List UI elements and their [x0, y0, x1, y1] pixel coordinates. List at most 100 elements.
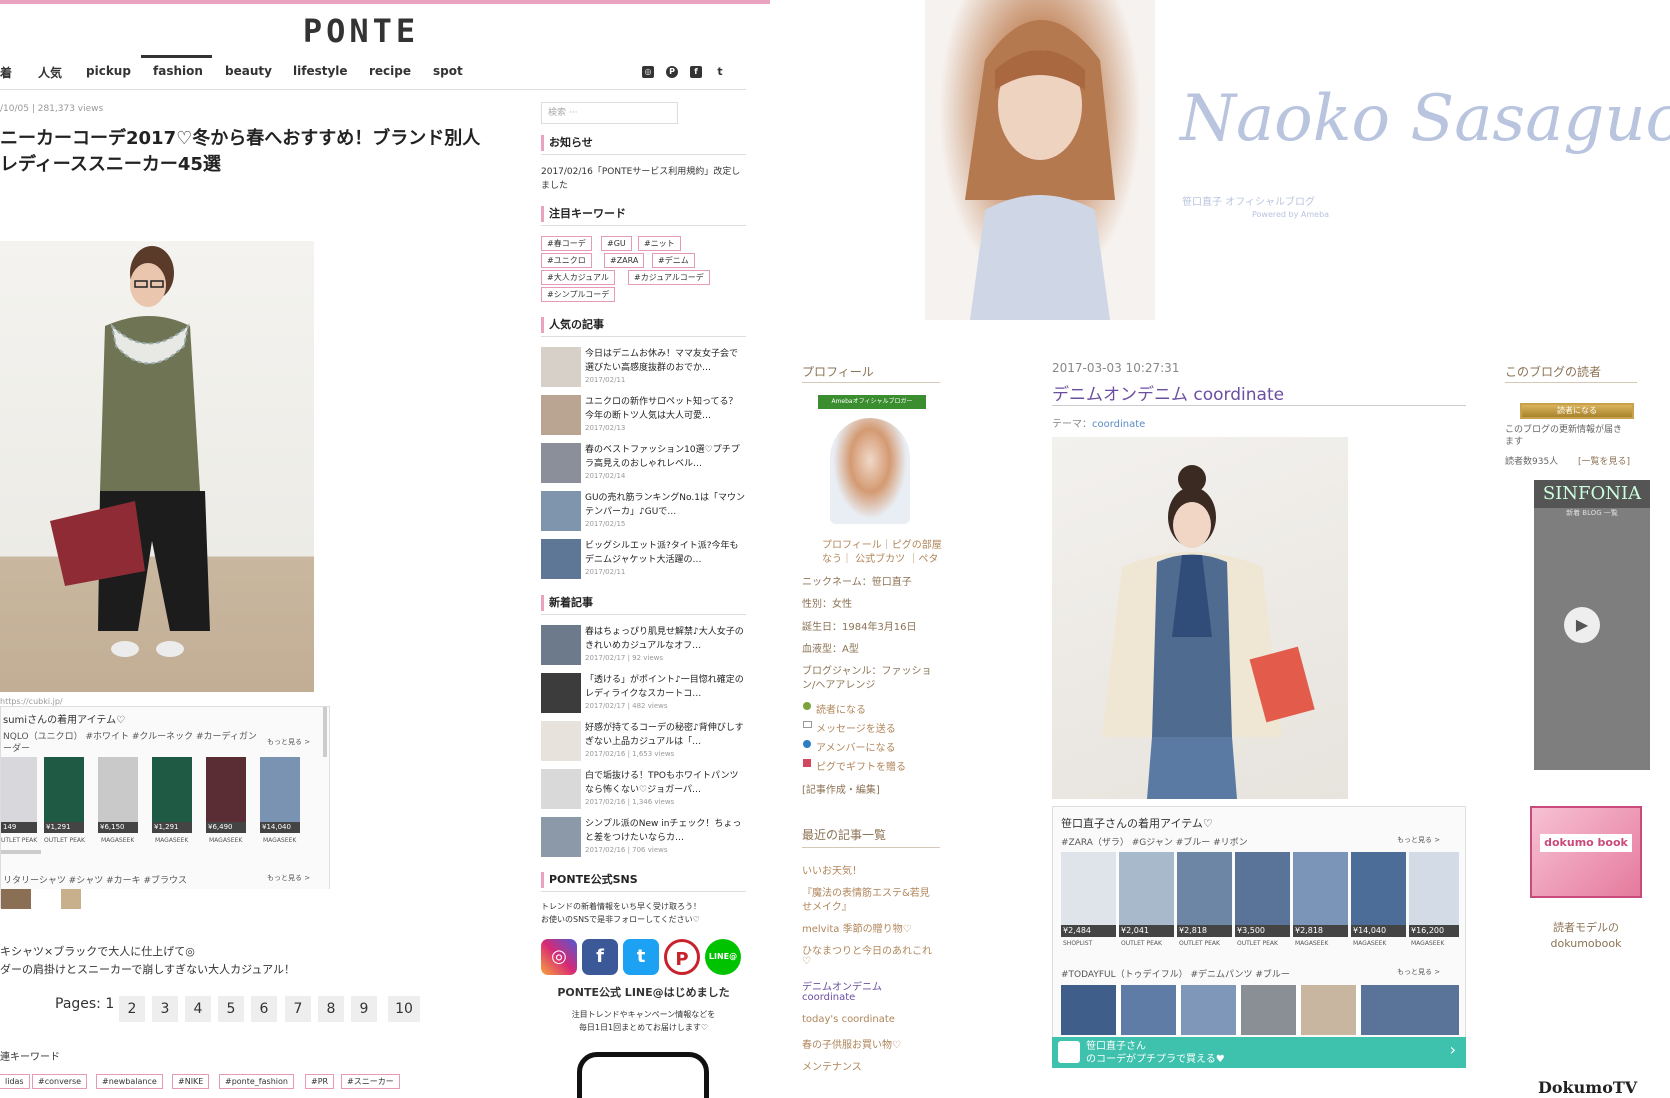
- items-tags[interactable]: #ZARA（ザラ） #Gジャン #ブルー #リボン: [1061, 835, 1248, 848]
- nav-item-beauty[interactable]: beauty: [225, 64, 272, 78]
- keyword-tag[interactable]: #newbalance: [96, 1074, 163, 1089]
- more-link[interactable]: もっと見る >: [267, 737, 310, 747]
- recent-post-link[interactable]: melvita 季節の贈り物♡: [802, 920, 912, 935]
- items-tags[interactable]: #TODAYFUL（トゥデイフル） #デニムパンツ #ブルー: [1061, 967, 1290, 980]
- item-thumbnail[interactable]: ¥1,291: [44, 757, 84, 833]
- keyword-tag[interactable]: #NIKE: [172, 1074, 210, 1089]
- item-thumbnail[interactable]: ¥1,291: [152, 757, 192, 833]
- instagram-icon[interactable]: ◎: [642, 66, 654, 78]
- amember-link[interactable]: アメンバーになる: [816, 739, 896, 754]
- more-link[interactable]: もっと見る >: [267, 873, 310, 883]
- keyword-tag[interactable]: #スニーカー: [341, 1074, 400, 1089]
- keyword-tag[interactable]: lidas: [0, 1074, 30, 1089]
- blog-signature-logo[interactable]: Naoko Sasaguchi: [1180, 82, 1670, 156]
- new-article[interactable]: 「透ける」がポイント♪一目惚れ確定のレディライクなスカートコ… 2017/02/1…: [541, 673, 746, 717]
- facebook-icon[interactable]: f: [582, 939, 618, 975]
- photo-credit[interactable]: https://cubki.jp/: [0, 697, 63, 706]
- items-tags[interactable]: リタリーシャツ #シャツ #カーキ #ブラウス: [3, 873, 187, 886]
- pinterest-icon[interactable]: P: [666, 66, 678, 78]
- recent-post-link[interactable]: ひなまつりと今日のあれこれ: [802, 942, 932, 957]
- new-article[interactable]: シンプル派のNew inチェック！ちょっと差をつけたいならカ… 2017/02/1…: [541, 817, 746, 861]
- page-link[interactable]: 4: [185, 996, 211, 1022]
- recent-post-link[interactable]: 春の子供服お買い物♡: [802, 1036, 901, 1051]
- profile-avatar[interactable]: [830, 418, 910, 524]
- keyword-tag[interactable]: #ponte_fashion: [219, 1074, 294, 1089]
- item-thumbnail[interactable]: ¥14,040: [1351, 852, 1406, 937]
- nav-item-pickup[interactable]: pickup: [86, 64, 131, 78]
- new-article[interactable]: 白で垢抜ける！TPOもホワイトパンツなら怖くない♡ジョガーパ… 2017/02/1…: [541, 769, 746, 813]
- recent-post-link-current[interactable]: coordinate: [802, 992, 855, 1003]
- play-icon[interactable]: ▶: [1564, 607, 1600, 643]
- more-link[interactable]: もっと見る >: [1397, 835, 1440, 845]
- vertical-scrollbar[interactable]: [323, 707, 327, 757]
- item-thumbnail[interactable]: ¥6,150: [98, 757, 138, 833]
- page-link[interactable]: 2: [119, 996, 145, 1022]
- recent-post-link-current[interactable]: デニムオンデニム: [802, 978, 882, 993]
- post-title[interactable]: デニムオンデニム coordinate: [1052, 380, 1284, 405]
- theme-link[interactable]: coordinate: [1092, 419, 1145, 430]
- page-link[interactable]: 8: [318, 996, 344, 1022]
- item-thumbnail[interactable]: ¥3,500: [1235, 852, 1290, 937]
- new-article[interactable]: 春はちょっぴり肌見せ解禁♪大人女子のきれいめカジュアルなオフ… 2017/02/1…: [541, 625, 746, 669]
- ponte-logo[interactable]: PONTE: [0, 12, 722, 50]
- page-link[interactable]: 6: [251, 996, 277, 1022]
- twitter-icon[interactable]: t: [623, 939, 659, 975]
- petit-pla-banner[interactable]: 笹口直子さん のコーデがプチプラで買える♥ ›: [1052, 1037, 1466, 1068]
- keyword-tag[interactable]: #ニット: [638, 236, 681, 251]
- twitter-icon[interactable]: t: [714, 66, 726, 78]
- nav-item-lifestyle[interactable]: lifestyle: [293, 64, 348, 78]
- keyword-tag[interactable]: #ZARA: [604, 253, 645, 268]
- recent-post-link[interactable]: せメイク』: [802, 898, 852, 913]
- keyword-tag[interactable]: #ユニクロ: [541, 253, 592, 268]
- item-thumbnail[interactable]: ¥2,041: [1119, 852, 1174, 937]
- profile-links[interactable]: なう｜ 公式ブカツ ｜ペタ: [822, 550, 938, 565]
- item-thumbnail[interactable]: ¥14,040: [260, 757, 300, 833]
- reader-list-link[interactable]: [一覧を見る]: [1578, 454, 1630, 467]
- popular-article[interactable]: ユニクロの新作サロペット知ってる？今年の断トツ人気は大人可愛… 2017/02/1…: [541, 395, 746, 439]
- pigg-gift-link[interactable]: ピグでギフトを贈る: [816, 758, 906, 773]
- recent-post-link[interactable]: ♡: [802, 956, 811, 967]
- item-thumbnail[interactable]: ¥2,484: [1061, 852, 1116, 937]
- popular-article[interactable]: GUの売れ筋ランキングNo.1は「マウンテンパーカ」♪GUで… 2017/02/1…: [541, 491, 746, 535]
- follow-link[interactable]: 読者になる: [816, 701, 866, 716]
- popular-article[interactable]: 春のベストファッション10選♡プチプラ高見えのおしゃれレベル… 2017/02/1…: [541, 443, 746, 487]
- keyword-tag[interactable]: #PR: [305, 1074, 335, 1089]
- nav-item-new[interactable]: 着: [0, 64, 12, 81]
- new-article[interactable]: 好感が持てるコーデの秘密♪背伸びしすぎない上品カジュアルは「… 2017/02/1…: [541, 721, 746, 765]
- recent-post-link[interactable]: いいお天気！: [802, 862, 862, 877]
- nav-item-recipe[interactable]: recipe: [369, 64, 411, 78]
- news-text[interactable]: 2017/02/16「PONTEサービス利用規約」改定しました: [541, 165, 746, 193]
- page-link[interactable]: 3: [152, 996, 178, 1022]
- line-icon[interactable]: LINE@: [705, 939, 741, 975]
- recent-post-link[interactable]: メンテナンス: [802, 1058, 862, 1073]
- message-link[interactable]: メッセージを送る: [816, 720, 896, 735]
- recent-post-link[interactable]: 『魔法の表情筋エステ&若見: [802, 884, 930, 899]
- search-input[interactable]: 検索 ···: [541, 102, 678, 124]
- pinterest-icon[interactable]: P: [664, 939, 700, 975]
- dokumo-book-banner[interactable]: dokumo book: [1530, 806, 1642, 898]
- page-link[interactable]: 9: [351, 996, 377, 1022]
- follow-blog-button[interactable]: 読者になる: [1520, 403, 1634, 419]
- keyword-tag[interactable]: #大人カジュアル: [541, 270, 615, 285]
- item-thumbnail[interactable]: ¥2,818: [1177, 852, 1232, 937]
- popular-article[interactable]: 今日はデニムお休み！ママ友女子会で選びたい高感度抜群のおでか… 2017/02/1…: [541, 347, 746, 391]
- page-link[interactable]: 10: [388, 996, 420, 1022]
- edit-post-link[interactable]: [記事作成・編集]: [802, 781, 880, 796]
- item-thumbnail[interactable]: ¥16,200: [1409, 852, 1459, 937]
- nav-item-fashion[interactable]: fashion: [153, 64, 203, 78]
- item-thumbnail[interactable]: 149: [1, 757, 37, 833]
- horizontal-scrollbar[interactable]: [1, 850, 41, 854]
- nav-item-popular[interactable]: 人気: [38, 64, 62, 81]
- items-tags[interactable]: NQLO（ユニクロ） #ホワイト #クルーネック #カーディガン: [3, 729, 257, 742]
- keyword-tag[interactable]: #デニム: [652, 253, 695, 268]
- page-link[interactable]: 5: [218, 996, 244, 1022]
- nav-item-spot[interactable]: spot: [433, 64, 463, 78]
- item-thumbnail[interactable]: ¥6,490: [206, 757, 246, 833]
- keyword-tag[interactable]: #春コーデ: [541, 236, 592, 251]
- keyword-tag[interactable]: #シンプルコーデ: [541, 287, 616, 302]
- dokumo-tv-logo[interactable]: DokumoTV: [1538, 1078, 1637, 1097]
- keyword-tag[interactable]: #GU: [601, 236, 632, 251]
- item-thumbnail[interactable]: ¥2,818: [1293, 852, 1348, 937]
- facebook-icon[interactable]: f: [690, 66, 702, 78]
- instagram-icon[interactable]: ◎: [541, 939, 577, 975]
